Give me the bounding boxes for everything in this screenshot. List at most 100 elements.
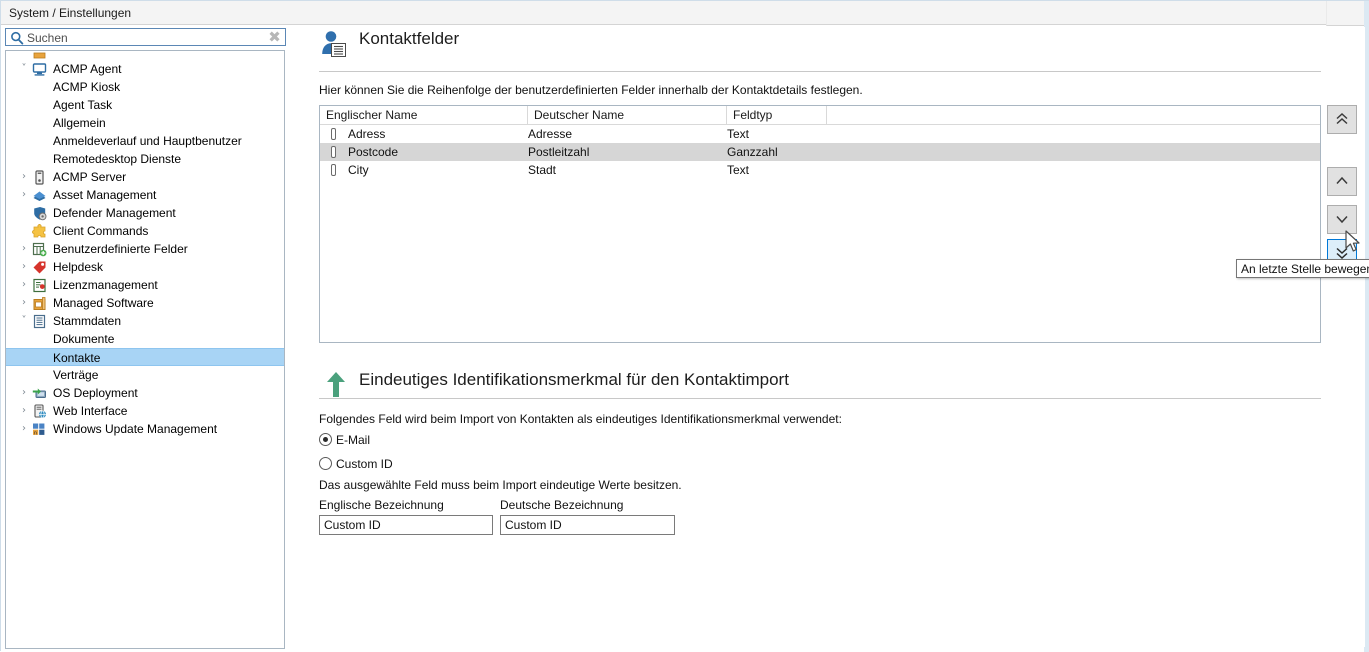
sidebar-item-label: Remotedesktop Dienste	[53, 150, 181, 168]
sidebar-item-kontakte[interactable]: Kontakte	[6, 348, 284, 366]
chevron-right-icon[interactable]: ›	[18, 294, 30, 312]
move-up-button[interactable]	[1327, 167, 1357, 196]
chevron-down-icon[interactable]: ˅	[18, 312, 30, 330]
sidebar-item-benutzerdefinierte-felder[interactable]: ›Benutzerdefinierte Felder	[6, 240, 284, 258]
sidebar-item-client-commands[interactable]: Client Commands	[6, 222, 284, 240]
grid-header-row: Englischer Name Deutscher Name Feldtyp	[320, 106, 1320, 125]
sidebar-item-os-deployment[interactable]: ›OS Deployment	[6, 384, 284, 402]
sidebar-item-label: ACMP Kiosk	[53, 78, 120, 96]
contact-fields-grid[interactable]: Englischer Name Deutscher Name Feldtyp A…	[319, 105, 1321, 343]
search-icon	[10, 31, 24, 45]
settings-window: System / Einstellungen Suchen ✖ ˅ACMP Ag…	[0, 0, 1369, 651]
table-row[interactable]: PostcodePostleitzahlGanzzahl	[320, 143, 1320, 161]
chevron-right-icon[interactable]: ›	[18, 240, 30, 258]
table-row[interactable]: AdressAdresseText	[320, 125, 1320, 143]
chevron-right-icon[interactable]: ›	[18, 258, 30, 276]
contact-fields-header: Kontaktfelder	[291, 27, 1365, 63]
green-up-arrow-icon	[319, 370, 351, 400]
sidebar-item-acmp-agent[interactable]: ˅ACMP Agent	[6, 60, 284, 78]
table-add-icon	[32, 242, 47, 257]
radio-custom-id-circle[interactable]	[319, 457, 332, 470]
sidebar-item-label: Allgemein	[53, 114, 106, 132]
titlebar-corner	[1326, 1, 1364, 26]
sidebar-item-managed-software[interactable]: ›Managed Software	[6, 294, 284, 312]
puzzle-icon	[32, 224, 47, 239]
radio-option-email[interactable]: E-Mail	[319, 433, 370, 449]
tree-rows: ˅ACMP AgentACMP KioskAgent TaskAllgemein…	[6, 50, 284, 438]
settings-tree[interactable]: ˅ACMP AgentACMP KioskAgent TaskAllgemein…	[5, 50, 285, 649]
sidebar-item-lizenzmanagement[interactable]: ›Lizenzmanagement	[6, 276, 284, 294]
web-icon	[32, 404, 47, 419]
radio-email-circle[interactable]	[319, 433, 332, 446]
tag-icon	[32, 260, 47, 275]
contact-card-icon	[319, 29, 351, 59]
sidebar-item-remotedesktop-dienste[interactable]: Remotedesktop Dienste	[6, 150, 284, 168]
sidebar-item-allgemein[interactable]: Allgemein	[6, 114, 284, 132]
chevron-down-icon	[1328, 212, 1356, 226]
update-icon: n	[32, 422, 47, 437]
sidebar-item-label: Dokumente	[53, 330, 114, 348]
chevron-right-icon[interactable]: ›	[18, 186, 30, 204]
english-label-caption: Englische Bezeichnung	[319, 498, 444, 512]
chevron-down-icon[interactable]: ˅	[18, 60, 30, 78]
radio-email-label: E-Mail	[336, 433, 370, 447]
german-label-caption: Deutsche Bezeichnung	[500, 498, 623, 512]
cell-english-name: Postcode	[348, 143, 398, 161]
sidebar-item-defender-management[interactable]: Defender Management	[6, 204, 284, 222]
chevron-right-icon[interactable]: ›	[18, 276, 30, 294]
german-label-input[interactable]: Custom ID	[500, 515, 675, 535]
sidebar-item-asset-management[interactable]: › Asset Management	[6, 186, 284, 204]
sidebar-item-label: Web Interface	[53, 402, 127, 420]
window-titlebar: System / Einstellungen	[1, 1, 1369, 25]
sidebar-item-label: Agent Task	[53, 96, 112, 114]
column-header-fieldtype[interactable]: Feldtyp	[727, 106, 827, 124]
grid-rows: AdressAdresseTextPostcodePostleitzahlGan…	[320, 125, 1320, 179]
deploy-icon	[32, 386, 47, 401]
sidebar-item-stammdaten[interactable]: ˅Stammdaten	[6, 312, 284, 330]
monitor-icon	[32, 62, 47, 77]
sidebar-item-agent-task[interactable]: Agent Task	[6, 96, 284, 114]
field-handle-icon	[331, 128, 336, 140]
chevron-right-icon[interactable]: ›	[18, 384, 30, 402]
chevron-up-icon	[1328, 174, 1356, 188]
clear-icon[interactable]: ✖	[267, 30, 282, 45]
search-input[interactable]: Suchen ✖	[5, 28, 286, 46]
radio-custom-id-label: Custom ID	[336, 457, 393, 471]
section-divider-2	[319, 398, 1321, 399]
double-chevron-up-icon	[1328, 112, 1356, 126]
move-to-first-button[interactable]	[1327, 105, 1357, 134]
cell-english-name: City	[348, 161, 369, 179]
sidebar-item-windows-update-management[interactable]: ›nWindows Update Management	[6, 420, 284, 438]
cell-field-type: Ganzzahl	[727, 143, 778, 161]
field-handle-icon	[331, 164, 336, 176]
partial-icon	[32, 50, 47, 59]
sidebar-item-helpdesk[interactable]: ›Helpdesk	[6, 258, 284, 276]
tree-row-partial[interactable]	[6, 50, 284, 60]
contact-fields-description: Hier können Sie die Reihenfolge der benu…	[319, 83, 863, 97]
sidebar-item-label: ACMP Server	[53, 168, 126, 186]
column-header-english[interactable]: Englischer Name	[320, 106, 528, 124]
radio-option-custom-id[interactable]: Custom ID	[319, 457, 393, 473]
sidebar-item-label: Asset Management	[53, 186, 156, 204]
sidebar-item-label: Defender Management	[53, 204, 176, 222]
window-title: System / Einstellungen	[9, 6, 131, 20]
sidebar-item-label: Anmeldeverlauf und Hauptbenutzer	[53, 132, 242, 150]
chevron-right-icon[interactable]: ›	[18, 420, 30, 438]
sidebar-item-vertr-ge[interactable]: Verträge	[6, 366, 284, 384]
sidebar-item-label: Kontakte	[53, 349, 100, 367]
sidebar-item-web-interface[interactable]: › Web Interface	[6, 402, 284, 420]
identifier-description: Folgendes Feld wird beim Import von Kont…	[319, 412, 842, 426]
cell-english-name: Adress	[348, 125, 385, 143]
chevron-right-icon[interactable]: ›	[18, 402, 30, 420]
english-label-input[interactable]: Custom ID	[319, 515, 493, 535]
search-placeholder-text: Suchen	[27, 31, 68, 45]
sidebar-item-dokumente[interactable]: Dokumente	[6, 330, 284, 348]
sidebar-item-acmp-kiosk[interactable]: ACMP Kiosk	[6, 78, 284, 96]
sidebar-item-acmp-server[interactable]: › ACMP Server	[6, 168, 284, 186]
column-header-german[interactable]: Deutscher Name	[528, 106, 727, 124]
sidebar-item-anmeldeverlauf-und-hauptbenutzer[interactable]: Anmeldeverlauf und Hauptbenutzer	[6, 132, 284, 150]
mouse-cursor	[1345, 230, 1365, 259]
table-row[interactable]: CityStadtText	[320, 161, 1320, 179]
identifier-title: Eindeutiges Identifikationsmerkmal für d…	[359, 370, 789, 390]
chevron-right-icon[interactable]: ›	[18, 168, 30, 186]
